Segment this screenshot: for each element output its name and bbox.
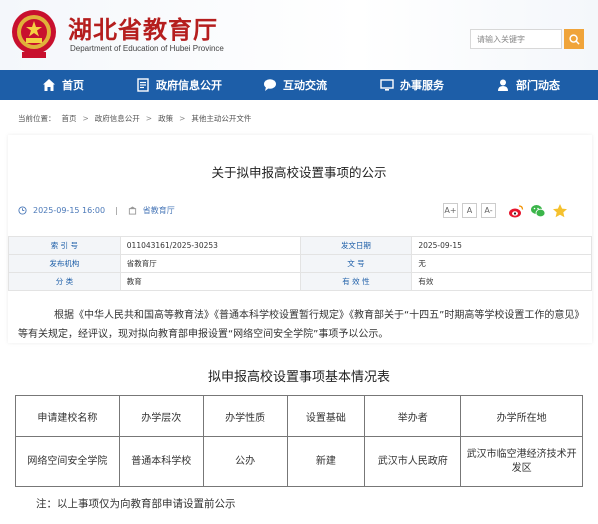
table-row: 分 类 教育 有 效 性 有效	[8, 272, 592, 291]
table-header-row: 申请建校名称 办学层次 办学性质 设置基础 举办者 办学所在地	[15, 395, 583, 437]
nav-item-news[interactable]: 部门动态	[496, 70, 560, 100]
info-label: 分 类	[8, 272, 121, 291]
wechat-icon[interactable]	[530, 203, 546, 219]
breadcrumb-policy[interactable]: 政策	[158, 113, 173, 124]
table-cell: 网络空间安全学院	[15, 436, 120, 487]
breadcrumb-separator: >	[145, 114, 153, 123]
breadcrumb-separator: >	[179, 114, 186, 123]
info-label: 有 效 性	[299, 272, 413, 291]
table-cell: 新建	[286, 436, 366, 487]
nav-label: 政府信息公开	[156, 79, 222, 92]
column-header: 办学层次	[118, 395, 204, 437]
breadcrumb-gov-info[interactable]: 政府信息公开	[95, 113, 140, 124]
summary-table: 申请建校名称 办学层次 办学性质 设置基础 举办者 办学所在地 网络空间安全学院…	[15, 395, 583, 487]
column-header: 设置基础	[286, 395, 366, 437]
info-value: 无	[411, 254, 592, 273]
publish-date: 2025-09-15 16:00	[33, 206, 106, 215]
publish-source: 省教育厅	[142, 206, 175, 215]
breadcrumb-other-files[interactable]: 其他主动公开文件	[191, 113, 251, 124]
info-label: 文 号	[299, 254, 413, 273]
breadcrumb-separator: >	[82, 114, 89, 123]
article-paragraph: 根据《中华人民共和国高等教育法》《普通本科学校设置暂行规定》《教育部关于“十四五…	[18, 310, 580, 340]
breadcrumb-prefix: 当前位置：	[18, 114, 56, 123]
share-bar	[508, 203, 568, 219]
search-input[interactable]: 请输入关键字	[470, 29, 562, 49]
nav-item-home[interactable]: 首页	[42, 70, 84, 100]
nav-item-interaction[interactable]: 互动交流	[263, 70, 327, 100]
font-smaller-button[interactable]: A-	[481, 203, 496, 218]
column-header: 办学所在地	[460, 395, 583, 437]
weibo-icon[interactable]	[508, 203, 524, 219]
building-icon	[128, 206, 136, 215]
column-header: 举办者	[364, 395, 462, 437]
info-value: 教育	[119, 272, 301, 291]
national-emblem-icon	[12, 10, 56, 58]
nav-item-gov-info[interactable]: 政府信息公开	[136, 70, 222, 100]
clock-icon	[18, 206, 27, 215]
breadcrumb-home[interactable]: 首页	[62, 113, 77, 124]
nav-label: 首页	[62, 79, 84, 92]
home-icon	[43, 79, 55, 91]
table-row: 发布机构 省教育厅 文 号 无	[8, 254, 592, 273]
site-subtitle: Department of Education of Hubei Provinc…	[70, 44, 224, 53]
nav-label: 部门动态	[516, 79, 560, 92]
site-header: 湖北省教育厅 Department of Education of Hubei …	[0, 0, 598, 70]
table-cell: 武汉市人民政府	[364, 436, 462, 487]
search-button[interactable]	[564, 29, 584, 49]
info-value: 2025-09-15	[411, 236, 592, 255]
info-label: 发文日期	[299, 236, 413, 255]
breadcrumb: 当前位置： 首页 > 政府信息公开 > 政策 > 其他主动公开文件	[18, 113, 251, 124]
table-row: 索 引 号 011043161/2025-30253 发文日期 2025-09-…	[8, 236, 592, 255]
table-cell: 普通本科学校	[118, 436, 204, 487]
chat-icon	[264, 79, 276, 91]
info-value: 有效	[411, 272, 592, 291]
main-nav: 首页 政府信息公开 互动交流 办事服务 部门动态	[0, 70, 598, 100]
font-larger-button[interactable]: A+	[443, 203, 458, 218]
nav-label: 互动交流	[283, 79, 327, 92]
info-value: 省教育厅	[119, 254, 301, 273]
table-cell: 武汉市临空港经济技术开发区	[460, 436, 583, 487]
font-size-controls: A+ A A-	[443, 203, 496, 218]
article-meta: 2025-09-15 16:00 | 省教育厅	[18, 205, 175, 216]
favorite-star-icon[interactable]	[552, 203, 568, 219]
column-header: 办学性质	[202, 395, 288, 437]
table-cell: 公办	[202, 436, 288, 487]
monitor-icon	[380, 79, 394, 91]
font-normal-button[interactable]: A	[462, 203, 477, 218]
info-value: 011043161/2025-30253	[119, 236, 301, 255]
document-icon	[137, 78, 149, 92]
site-title[interactable]: 湖北省教育厅	[68, 10, 218, 45]
search-icon	[568, 33, 580, 45]
footnote: 注：以上事项仅为向教育部申请设置前公示	[36, 498, 236, 510]
info-label: 索 引 号	[8, 236, 121, 255]
summary-table-title: 拟申报高校设置事项基本情况表	[207, 370, 390, 385]
column-header: 申请建校名称	[15, 395, 120, 437]
person-icon	[498, 79, 508, 91]
article-title: 关于拟申报高校设置事项的公示	[211, 165, 387, 180]
nav-item-services[interactable]: 办事服务	[380, 70, 444, 100]
document-info-table: 索 引 号 011043161/2025-30253 发文日期 2025-09-…	[8, 236, 592, 291]
nav-label: 办事服务	[400, 79, 444, 92]
info-label: 发布机构	[8, 254, 121, 273]
table-row: 网络空间安全学院 普通本科学校 公办 新建 武汉市人民政府 武汉市临空港经济技术…	[15, 436, 583, 487]
